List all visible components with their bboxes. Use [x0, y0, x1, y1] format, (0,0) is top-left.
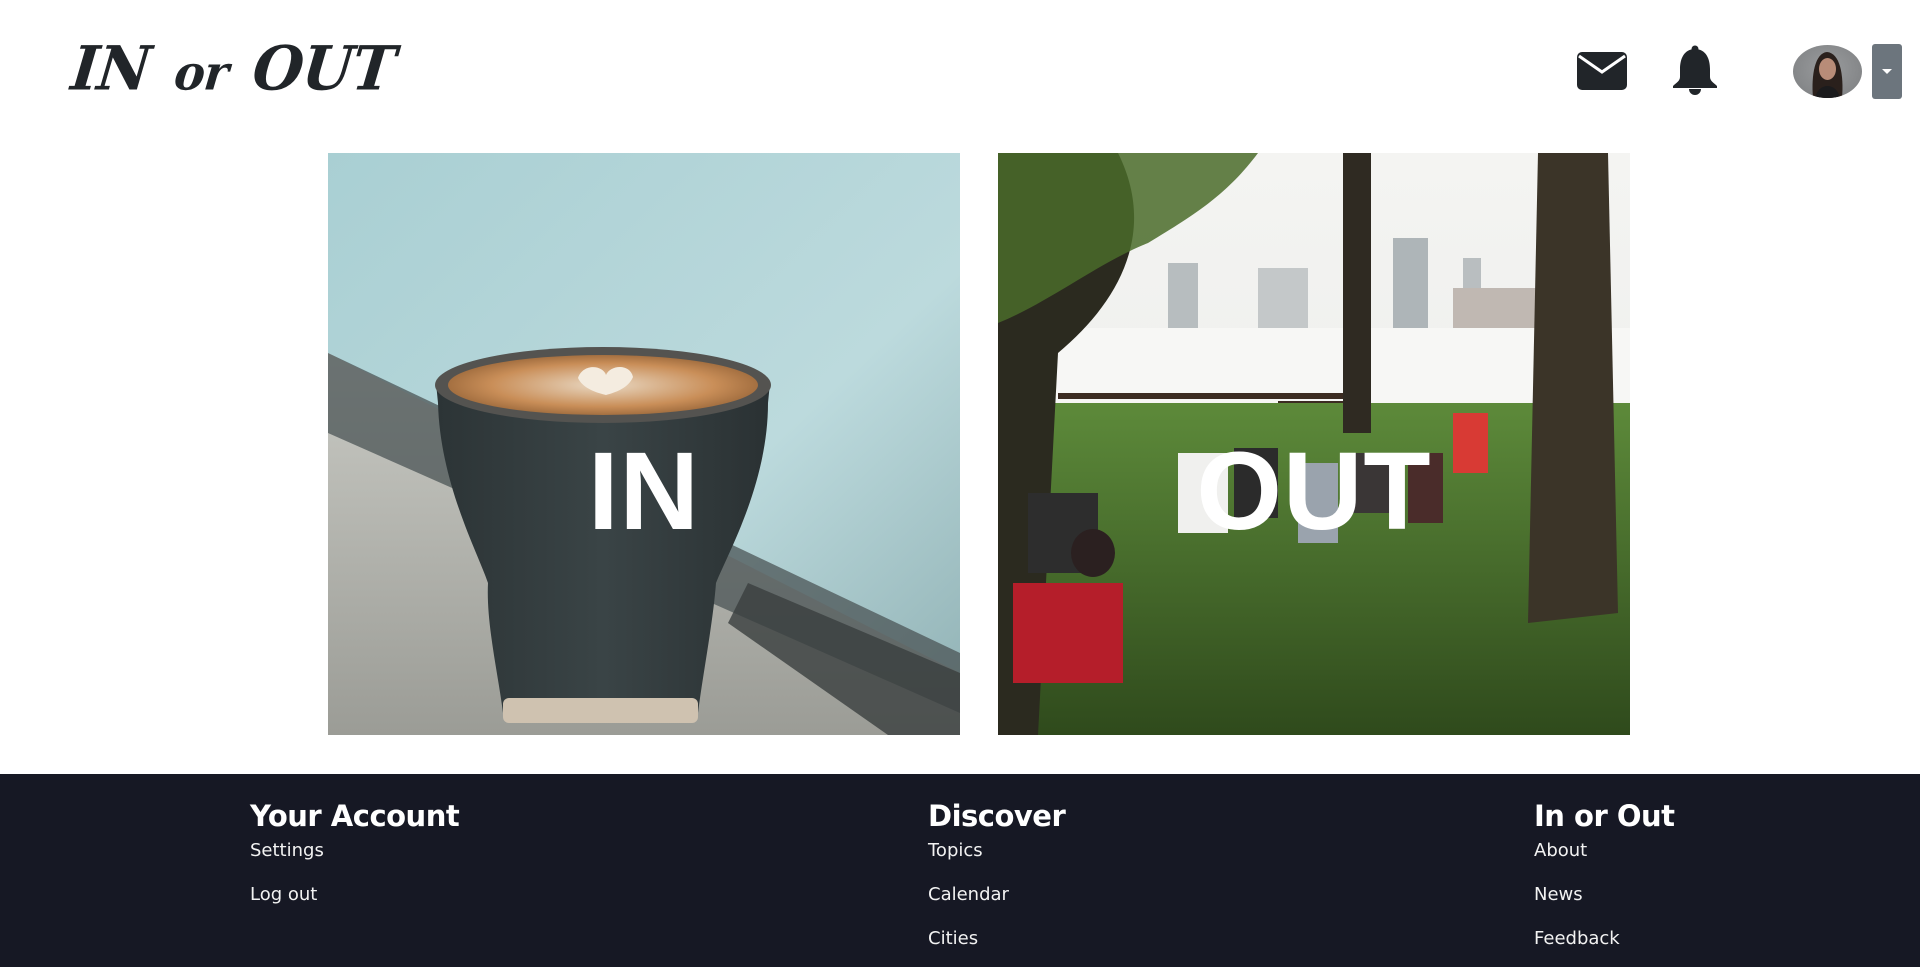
footer-column-discover: Discover Topics Calendar Cities	[928, 798, 1066, 972]
footer-heading: Your Account	[250, 799, 460, 833]
footer-link-logout[interactable]: Log out	[250, 884, 459, 906]
messages-button[interactable]	[1577, 52, 1627, 90]
out-label: OUT	[1196, 430, 1432, 553]
footer-heading: Discover	[928, 799, 1066, 833]
footer-link-settings[interactable]: Settings	[250, 840, 459, 862]
header: IN or OUT	[0, 0, 1920, 150]
envelope-icon	[1577, 52, 1627, 90]
caret-down-icon	[1882, 69, 1892, 74]
footer: Your Account Settings Log out Discover T…	[0, 774, 1920, 967]
footer-heading: In or Out	[1534, 799, 1675, 833]
out-tile[interactable]: OUT	[998, 153, 1630, 735]
notifications-button[interactable]	[1672, 45, 1718, 95]
logo-word-out: OUT	[249, 32, 399, 104]
logo-word-in: IN	[68, 32, 154, 104]
in-tile[interactable]: IN	[328, 153, 960, 735]
footer-link-topics[interactable]: Topics	[928, 840, 1065, 862]
in-label: IN	[588, 430, 700, 553]
bell-icon	[1673, 45, 1717, 95]
profile-menu-toggle[interactable]	[1872, 44, 1902, 99]
site-logo[interactable]: IN or OUT	[68, 33, 398, 104]
footer-link-news[interactable]: News	[1534, 884, 1675, 906]
footer-column-account: Your Account Settings Log out	[250, 798, 460, 928]
footer-link-feedback[interactable]: Feedback	[1534, 928, 1675, 950]
avatar-photo	[1812, 52, 1843, 98]
footer-link-about[interactable]: About	[1534, 840, 1675, 862]
footer-link-calendar[interactable]: Calendar	[928, 884, 1065, 906]
footer-column-in-or-out: In or Out About News Feedback	[1534, 798, 1675, 972]
footer-link-cities[interactable]: Cities	[928, 928, 1065, 950]
user-avatar[interactable]	[1793, 45, 1862, 98]
logo-word-or: or	[171, 44, 231, 101]
